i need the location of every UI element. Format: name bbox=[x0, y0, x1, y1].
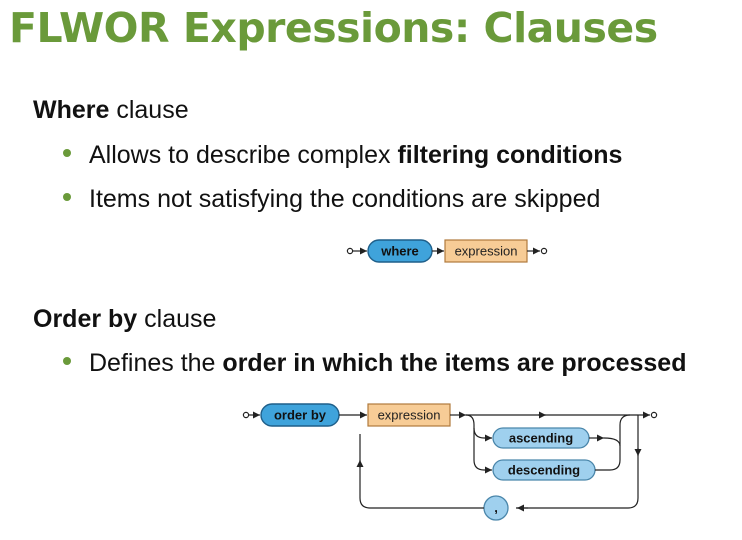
orderby-expression-label: expression bbox=[378, 408, 441, 423]
diagram-start-node bbox=[346, 247, 354, 255]
where-bullet-1: Allows to describe complex filtering con… bbox=[63, 141, 622, 170]
bullet-dot bbox=[63, 193, 71, 202]
diagram-end-node bbox=[540, 247, 548, 255]
slide-title: FLWOR Expressions: Clauses bbox=[9, 4, 658, 52]
bullet-dot bbox=[63, 149, 71, 158]
where-expression-label: expression bbox=[455, 244, 518, 259]
diagram-end-node bbox=[650, 411, 658, 419]
orderby-syntax-diagram: order by expression ascending descending… bbox=[242, 403, 658, 521]
where-bullet-2: Items not satisfying the conditions are … bbox=[63, 185, 600, 214]
where-syntax-diagram: where expression bbox=[346, 239, 548, 263]
descending-option-label: descending bbox=[508, 463, 580, 478]
orderby-heading-bold: Order by bbox=[33, 305, 138, 333]
orderby-clause-heading: Order by clause bbox=[33, 305, 216, 334]
orderby-bullet-1: Defines the order in which the items are… bbox=[63, 349, 686, 378]
comma-separator-label: , bbox=[494, 500, 498, 515]
orderby-keyword-label: order by bbox=[274, 408, 327, 423]
bullet-dot bbox=[63, 357, 71, 366]
ascending-option-label: ascending bbox=[509, 431, 573, 446]
where-keyword-label: where bbox=[380, 244, 419, 259]
where-heading-bold: Where bbox=[33, 96, 110, 124]
diagram-start-node bbox=[242, 411, 250, 419]
orderby-heading-rest: clause bbox=[137, 305, 217, 333]
where-clause-heading: Where clause bbox=[33, 96, 189, 125]
where-heading-rest: clause bbox=[109, 96, 189, 124]
